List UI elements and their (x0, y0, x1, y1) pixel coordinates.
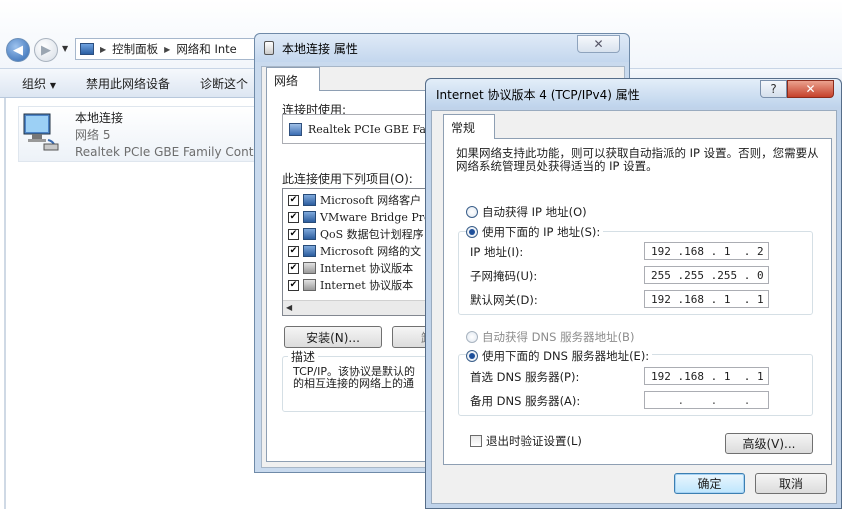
close-icon: ✕ (805, 82, 816, 96)
radio-selected-icon[interactable] (466, 226, 478, 238)
chevron-down-icon: ▼ (49, 80, 56, 90)
ip-address-field[interactable]: 192 .168 . 1 . 2 (644, 242, 769, 260)
breadcrumb-separator-icon: ▶ (100, 44, 107, 54)
close-icon: ✕ (593, 37, 604, 51)
intro-text: 如果网络支持此功能，则可以获取自动指派的 IP 设置。否则，您需要从网络系统管理… (456, 146, 819, 173)
help-button[interactable]: ? (760, 80, 787, 98)
list-item[interactable]: ✔ QoS 数据包计划程序 (288, 226, 430, 242)
breadcrumb-item-control-panel[interactable]: 控制面板 (112, 41, 158, 57)
disable-device-button[interactable]: 禁用此网络设备 (70, 75, 184, 92)
breadcrumb-separator-icon: ▶ (164, 44, 171, 54)
checkbox-checked-icon[interactable]: ✔ (288, 279, 299, 291)
list-item[interactable]: ✔ Microsoft 网络的文 (288, 243, 430, 259)
list-item[interactable]: ✔ Internet 协议版本 (288, 277, 430, 293)
address-bar[interactable]: ▶ 控制面板 ▶ 网络和 Inte (75, 38, 275, 60)
back-button[interactable]: ◀ (6, 38, 30, 62)
preferred-dns-label: 首选 DNS 服务器(P): (470, 370, 580, 384)
validate-option[interactable]: 退出时验证设置(L) (470, 433, 582, 449)
radio-selected-icon[interactable] (466, 350, 478, 362)
connection-device: Realtek PCIe GBE Family Contr (75, 145, 259, 159)
adapter-field: Realtek PCIe GBE Fa (282, 114, 442, 144)
subnet-mask-label: 子网掩码(U): (470, 269, 538, 283)
description-title: 描述 (288, 348, 319, 365)
protocol-icon (303, 262, 316, 274)
network-card-icon (289, 122, 302, 136)
properties-close-button[interactable]: ✕ (577, 35, 620, 53)
list-item-label: QoS 数据包计划程序 (320, 228, 424, 241)
checkbox-checked-icon[interactable]: ✔ (288, 262, 299, 274)
horizontal-scrollbar[interactable]: ◀ (283, 300, 431, 315)
list-item[interactable]: ✔ Microsoft 网络客户 (288, 192, 430, 208)
connection-network: 网络 5 (75, 128, 111, 142)
network-connection-icon (23, 113, 59, 151)
control-panel-icon (80, 43, 94, 55)
list-item[interactable]: ✔ VMware Bridge Pro (288, 209, 430, 225)
checkbox-checked-icon[interactable]: ✔ (288, 245, 299, 257)
alternate-dns-field[interactable]: . . . (644, 391, 769, 409)
alternate-dns-label: 备用 DNS 服务器(A): (470, 394, 581, 408)
scroll-left-icon[interactable]: ◀ (286, 303, 292, 312)
radio-disabled-icon[interactable] (466, 331, 478, 343)
breadcrumb-item-network[interactable]: 网络和 Inte (176, 41, 236, 57)
items-label: 此连接使用下列项目(O): (282, 172, 413, 186)
service-icon (303, 228, 316, 240)
list-item-label: Internet 协议版本 (320, 262, 414, 275)
tab-network[interactable]: 网络 (266, 67, 320, 91)
diagnose-button[interactable]: 诊断这个 (184, 75, 262, 92)
service-icon (303, 211, 316, 223)
adapter-name: Realtek PCIe GBE Fa (308, 122, 426, 136)
description-text: TCP/IP。该协议是默认的 的相互连接的网络上的通 (293, 366, 415, 390)
protocol-icon (303, 279, 316, 291)
auto-ip-option[interactable]: 自动获得 IP 地址(O) (466, 204, 587, 220)
manual-ip-option[interactable]: 使用下面的 IP 地址(S): (466, 224, 604, 240)
checkbox-checked-icon[interactable]: ✔ (288, 228, 299, 240)
forward-arrow-icon: ▶ (41, 42, 51, 58)
ipv4-close-button[interactable]: ✕ (787, 80, 834, 98)
ipv4-title: Internet 协议版本 4 (TCP/IPv4) 属性 (436, 88, 640, 102)
connection-name: 本地连接 (75, 111, 124, 125)
checkbox-unchecked-icon[interactable] (470, 435, 482, 447)
checkbox-checked-icon[interactable]: ✔ (288, 194, 299, 206)
forward-button[interactable]: ▶ (34, 38, 58, 62)
network-client-icon (303, 194, 316, 206)
list-item-label: Microsoft 网络的文 (320, 245, 422, 258)
ok-button[interactable]: 确定 (674, 473, 745, 494)
advanced-button[interactable]: 高级(V)... (725, 433, 813, 454)
explorer-pane-border (4, 98, 6, 509)
cancel-button[interactable]: 取消 (755, 473, 827, 494)
properties-title: 本地连接 属性 (282, 42, 358, 56)
list-item[interactable]: ✔ Internet 协议版本 (288, 260, 430, 276)
back-arrow-icon: ◀ (13, 42, 23, 58)
manual-dns-option[interactable]: 使用下面的 DNS 服务器地址(E): (466, 348, 653, 364)
subnet-mask-field[interactable]: 255 .255 .255 . 0 (644, 266, 769, 284)
gateway-field[interactable]: 192 .168 . 1 . 1 (644, 290, 769, 308)
gateway-label: 默认网关(D): (470, 293, 538, 307)
help-icon: ? (770, 82, 777, 96)
list-item-label: Internet 协议版本 (320, 279, 414, 292)
checkbox-checked-icon[interactable]: ✔ (288, 211, 299, 223)
tab-general[interactable]: 常规 (443, 114, 495, 139)
radio-unselected-icon[interactable] (466, 206, 478, 218)
preferred-dns-field[interactable]: 192 .168 . 1 . 1 (644, 367, 769, 385)
service-icon (303, 245, 316, 257)
auto-dns-option[interactable]: 自动获得 DNS 服务器地址(B) (466, 329, 634, 345)
list-item-label: VMware Bridge Pro (320, 210, 430, 224)
ip-address-label: IP 地址(I): (470, 245, 524, 259)
install-button[interactable]: 安装(N)... (284, 326, 382, 348)
chevron-down-icon: ▼ (62, 44, 69, 53)
organize-menu[interactable]: 组织 ▼ (0, 75, 70, 92)
recent-pages-dropdown[interactable]: ▼ (62, 44, 68, 53)
list-item-label: Microsoft 网络客户 (320, 194, 422, 207)
adapter-title-icon (264, 41, 274, 55)
